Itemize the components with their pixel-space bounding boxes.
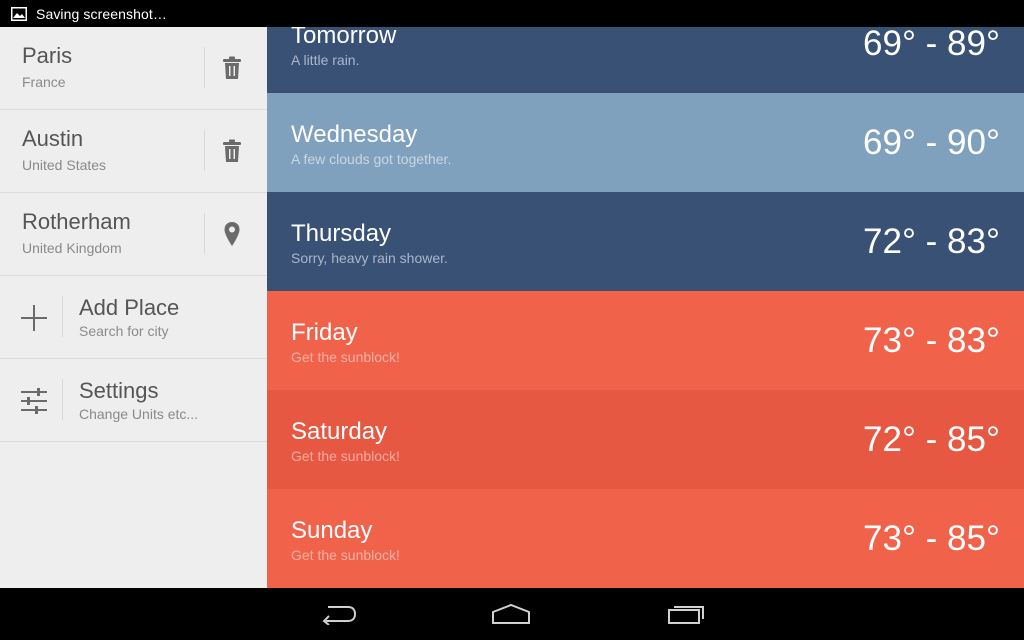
place-country: United States — [22, 157, 107, 173]
forecast-row[interactable]: Sunday Get the sunblock! 73° - 85° — [267, 489, 1024, 588]
forecast-row[interactable]: Tomorrow A little rain. 69° - 89° — [267, 27, 1024, 93]
day-description: A few clouds got together. — [291, 151, 452, 167]
day-description: Get the sunblock! — [291, 349, 400, 365]
settings-subtitle: Change Units etc... — [79, 406, 199, 422]
temperature-range: 69° - 89° — [863, 27, 1000, 63]
settings-item[interactable]: Settings Change Units etc... — [0, 359, 267, 442]
day-description: Get the sunblock! — [291, 547, 400, 563]
day-name: Friday — [291, 319, 358, 346]
status-bar: Saving screenshot… — [0, 0, 1024, 27]
status-text: Saving screenshot… — [36, 5, 167, 22]
recents-icon[interactable] — [666, 600, 706, 628]
trash-icon[interactable] — [220, 137, 244, 165]
forecast-row[interactable]: Thursday Sorry, heavy rain shower. 72° -… — [267, 192, 1024, 291]
day-description: Sorry, heavy rain shower. — [291, 250, 448, 266]
trash-icon[interactable] — [220, 54, 244, 82]
day-description: Get the sunblock! — [291, 448, 400, 464]
day-name: Tomorrow — [291, 27, 397, 49]
settings-title: Settings — [79, 378, 159, 403]
forecast-list[interactable]: Tomorrow A little rain. 69° - 89° Wednes… — [267, 27, 1024, 588]
temperature-range: 73° - 85° — [863, 519, 1000, 558]
place-item-austin[interactable]: Austin United States — [0, 110, 267, 193]
place-name: Austin — [22, 126, 84, 151]
add-place-item[interactable]: Add Place Search for city — [0, 276, 267, 359]
sliders-icon — [19, 386, 49, 416]
navigation-drawer: Paris France Austin United States Rother… — [0, 27, 267, 588]
place-name: Paris — [22, 43, 73, 68]
temperature-range: 73° - 83° — [863, 321, 1000, 360]
back-icon[interactable] — [319, 600, 359, 628]
place-name: Rotherham — [22, 209, 131, 234]
forecast-row[interactable]: Friday Get the sunblock! 73° - 83° — [267, 291, 1024, 390]
divider — [62, 296, 63, 337]
day-name: Thursday — [291, 220, 392, 247]
forecast-row[interactable]: Saturday Get the sunblock! 72° - 85° — [267, 390, 1024, 489]
place-country: France — [22, 74, 66, 90]
divider — [204, 213, 205, 254]
divider — [62, 379, 63, 420]
place-country: United Kingdom — [22, 240, 122, 256]
temperature-range: 72° - 85° — [863, 420, 1000, 459]
day-name: Sunday — [291, 517, 373, 544]
divider — [204, 47, 205, 88]
day-description: A little rain. — [291, 52, 360, 68]
location-pin-icon[interactable] — [220, 220, 244, 248]
add-place-subtitle: Search for city — [79, 323, 169, 339]
image-icon — [11, 6, 27, 21]
temperature-range: 69° - 90° — [863, 123, 1000, 162]
place-item-paris[interactable]: Paris France — [0, 27, 267, 110]
navigation-bar — [0, 588, 1024, 640]
add-place-title: Add Place — [79, 295, 180, 320]
day-name: Wednesday — [291, 121, 418, 148]
divider — [204, 130, 205, 171]
temperature-range: 72° - 83° — [863, 222, 1000, 261]
forecast-row[interactable]: Wednesday A few clouds got together. 69°… — [267, 93, 1024, 192]
home-icon[interactable] — [491, 600, 531, 628]
plus-icon — [19, 303, 49, 333]
day-name: Saturday — [291, 418, 388, 445]
place-item-rotherham[interactable]: Rotherham United Kingdom — [0, 193, 267, 276]
